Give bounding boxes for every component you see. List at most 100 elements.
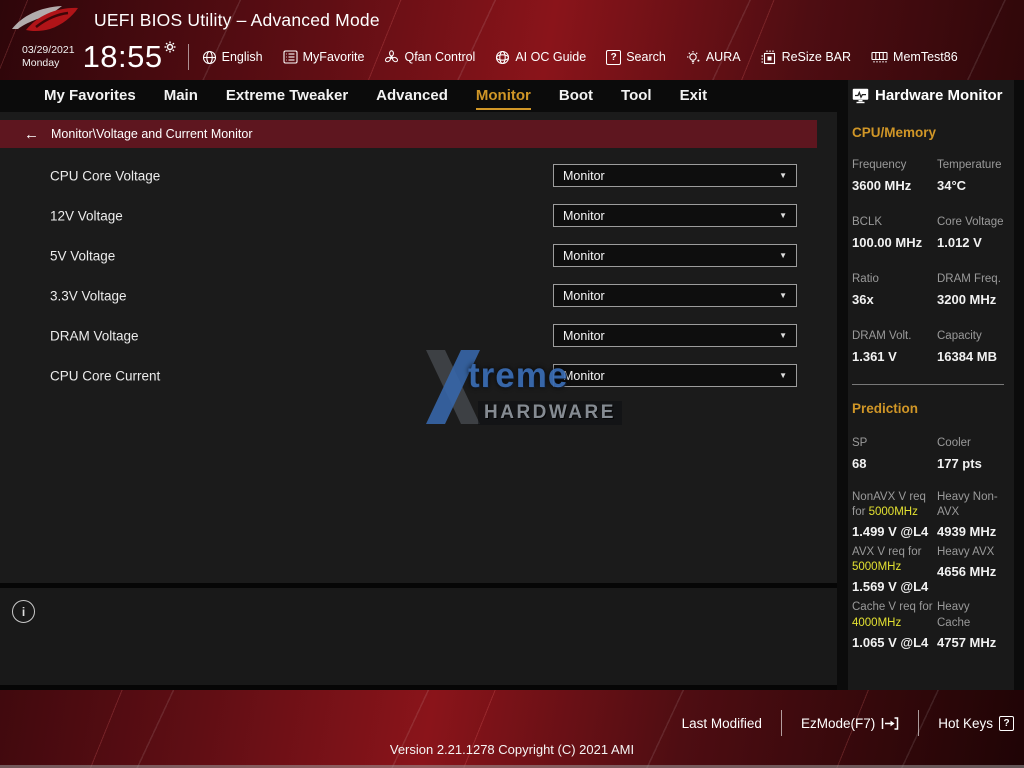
toolbar-resize-bar-button[interactable]: ReSize BAR <box>761 50 851 65</box>
cpu-core-voltage-dropdown[interactable]: Monitor ▼ <box>553 164 797 187</box>
stat-ratio: Ratio 36x <box>852 272 937 307</box>
stat-frequency: Frequency 3600 MHz <box>852 158 937 193</box>
settings-content: ← Monitor\Voltage and Current Monitor CP… <box>0 112 837 583</box>
chevron-down-icon: ▼ <box>779 171 787 180</box>
header-toolbar: English MyFavorite <box>202 50 958 65</box>
setting-row: 5V Voltage Monitor ▼ <box>0 244 837 267</box>
hardware-monitor-label: Hardware Monitor <box>875 87 1003 104</box>
dropdown-value: Monitor <box>563 329 605 343</box>
chevron-down-icon: ▼ <box>779 251 787 260</box>
xtreme-hardware-watermark: treme HARDWARE <box>424 348 624 438</box>
version-text: Version 2.21.1278 Copyright (C) 2021 AMI <box>0 742 1024 757</box>
myfavorite-list-icon <box>283 50 298 64</box>
3-3v-voltage-dropdown[interactable]: Monitor ▼ <box>553 284 797 307</box>
setting-label: CPU Core Current <box>50 368 160 383</box>
hardware-monitor-region: Hardware Monitor CPU/Memory Frequency 36… <box>837 80 1024 690</box>
ezmode-button[interactable]: EzMode(F7) <box>801 716 899 731</box>
toolbar-ai-oc-button[interactable]: AI OC Guide <box>495 50 586 65</box>
tab-advanced[interactable]: Advanced <box>376 82 448 110</box>
stat-temperature: Temperature 34°C <box>937 158 1006 193</box>
breadcrumb-text: Monitor\Voltage and Current Monitor <box>51 127 253 141</box>
freq-highlight: 5000MHz <box>852 561 901 573</box>
system-date: 03/29/2021 Monday <box>22 44 75 70</box>
sidebar-divider <box>852 384 1004 385</box>
dropdown-value: Monitor <box>563 289 605 303</box>
toolbar-myfavorite-button[interactable]: MyFavorite <box>283 50 365 64</box>
toolbar-memtest-button[interactable]: MemTest86 <box>871 50 958 64</box>
setting-row: 3.3V Voltage Monitor ▼ <box>0 284 837 307</box>
ezmode-exit-icon <box>881 717 899 730</box>
info-panel: i <box>0 588 837 685</box>
setting-label: 3.3V Voltage <box>50 288 127 303</box>
dropdown-value: Monitor <box>563 169 605 183</box>
page-title: UEFI BIOS Utility – Advanced Mode <box>94 10 380 31</box>
setting-row: DRAM Voltage Monitor ▼ <box>0 324 837 347</box>
clock-settings-gear-icon[interactable] <box>164 41 176 53</box>
cpu-memory-heading: CPU/Memory <box>852 125 1006 140</box>
setting-label: 12V Voltage <box>50 208 123 223</box>
menu-tabbar: My Favorites Main Extreme Tweaker Advanc… <box>0 80 837 112</box>
dropdown-value: Monitor <box>563 369 605 383</box>
footer-separator <box>918 710 919 736</box>
stat-dram-volt: DRAM Volt. 1.361 V <box>852 329 937 364</box>
tab-my-favorites[interactable]: My Favorites <box>44 82 136 110</box>
footer-separator <box>781 710 782 736</box>
stat-bclk: BCLK 100.00 MHz <box>852 215 937 250</box>
5v-voltage-dropdown[interactable]: Monitor ▼ <box>553 244 797 267</box>
tab-exit[interactable]: Exit <box>680 82 708 110</box>
chevron-down-icon: ▼ <box>779 331 787 340</box>
prediction-row-avx: AVX V req for 5000MHz 1.569 V @L4 Heavy … <box>852 545 1006 594</box>
left-region: My Favorites Main Extreme Tweaker Advanc… <box>0 80 837 690</box>
time-value: 18:55 <box>83 39 163 75</box>
toolbar-english-button[interactable]: English <box>202 50 263 65</box>
question-mark-icon: ? <box>999 716 1014 731</box>
setting-row: 12V Voltage Monitor ▼ <box>0 204 837 227</box>
last-modified-button[interactable]: Last Modified <box>682 716 762 731</box>
stat-dram-freq: DRAM Freq. 3200 MHz <box>937 272 1006 307</box>
hardware-monitor-title: Hardware Monitor <box>852 87 1006 104</box>
bios-screen: UEFI BIOS Utility – Advanced Mode 03/29/… <box>0 0 1024 768</box>
fan-icon <box>384 50 399 65</box>
globe-icon <box>202 50 217 65</box>
chevron-down-icon: ▼ <box>779 371 787 380</box>
12v-voltage-dropdown[interactable]: Monitor ▼ <box>553 204 797 227</box>
stat-sp: SP 68 <box>852 436 937 471</box>
tab-main[interactable]: Main <box>164 82 198 110</box>
dropdown-value: Monitor <box>563 249 605 263</box>
setting-label: CPU Core Voltage <box>50 168 160 183</box>
main-panel: My Favorites Main Extreme Tweaker Advanc… <box>0 80 837 583</box>
stat-nonavx-vreq: NonAVX V req for 5000MHz 1.499 V @L4 <box>852 490 937 539</box>
toolbar-label: Qfan Control <box>404 50 475 64</box>
footer-actions: Last Modified EzMode(F7) Hot Keys ? <box>682 710 1014 736</box>
prediction-row-cache: Cache V req for 4000MHz 1.065 V @L4 Heav… <box>852 600 1006 649</box>
stat-core-voltage: Core Voltage 1.012 V <box>937 215 1006 250</box>
prediction-row-nonavx: NonAVX V req for 5000MHz 1.499 V @L4 Hea… <box>852 490 1006 539</box>
tab-tool[interactable]: Tool <box>621 82 652 110</box>
cpu-core-current-dropdown[interactable]: Monitor ▼ <box>553 364 797 387</box>
back-arrow-icon[interactable]: ← <box>24 127 39 142</box>
stat-heavy-nonavx: Heavy Non-AVX 4939 MHz <box>937 490 1006 539</box>
dram-voltage-dropdown[interactable]: Monitor ▼ <box>553 324 797 347</box>
stat-avx-vreq: AVX V req for 5000MHz 1.569 V @L4 <box>852 545 937 594</box>
setting-label: 5V Voltage <box>50 248 115 263</box>
stat-cooler: Cooler 177 pts <box>937 436 1006 471</box>
tab-extreme-tweaker[interactable]: Extreme Tweaker <box>226 82 348 110</box>
toolbar-label: MemTest86 <box>893 50 958 64</box>
system-clock[interactable]: 18:55 <box>83 39 176 75</box>
watermark-hardware-text: HARDWARE <box>478 401 622 425</box>
tab-monitor[interactable]: Monitor <box>476 82 531 110</box>
date-value: 03/29/2021 <box>22 44 75 57</box>
stat-cache-vreq: Cache V req for 4000MHz 1.065 V @L4 <box>852 600 937 649</box>
sphere-grid-icon <box>495 50 510 65</box>
hot-keys-button[interactable]: Hot Keys ? <box>938 716 1014 731</box>
chip-icon <box>761 50 777 65</box>
toolbar-qfan-button[interactable]: Qfan Control <box>384 50 475 65</box>
cpu-memory-grid: Frequency 3600 MHz Temperature 34°C BCLK… <box>852 158 1006 364</box>
toolbar-search-button[interactable]: ? Search <box>606 50 666 65</box>
tab-boot[interactable]: Boot <box>559 82 593 110</box>
status-row: 03/29/2021 Monday 18:55 <box>0 36 1024 78</box>
hardware-monitor-panel: Hardware Monitor CPU/Memory Frequency 36… <box>848 80 1014 690</box>
search-icon: ? <box>606 50 621 65</box>
toolbar-aura-button[interactable]: AURA <box>686 50 741 65</box>
setting-label: DRAM Voltage <box>50 328 139 343</box>
